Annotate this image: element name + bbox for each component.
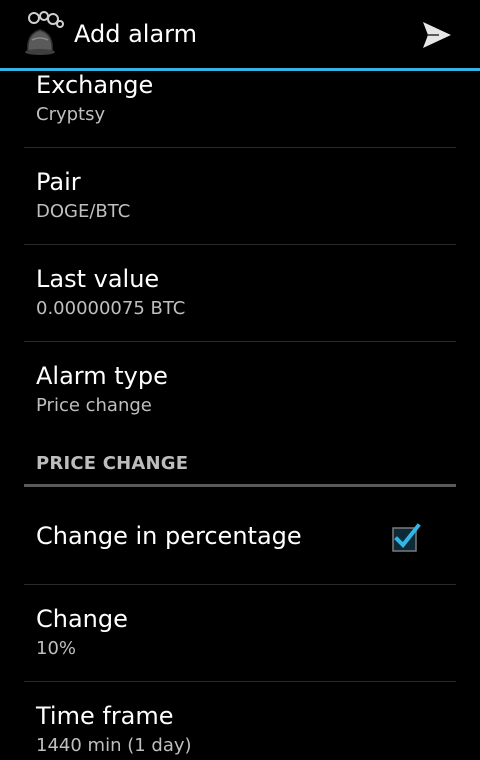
- pref-title: Exchange: [36, 71, 154, 99]
- send-icon: [423, 22, 451, 48]
- divider: [24, 341, 456, 342]
- pref-time-frame[interactable]: Time frame 1440 min (1 day): [36, 701, 456, 758]
- pref-summary: 10%: [36, 638, 77, 659]
- pref-title: Alarm type: [36, 362, 168, 390]
- pref-summary: 1440 min (1 day): [36, 735, 192, 756]
- pref-summary: Cryptsy: [36, 104, 106, 125]
- category-header-price-change: PRICE CHANGE: [36, 453, 189, 474]
- divider: [24, 244, 456, 245]
- pref-title: Last value: [36, 265, 160, 293]
- pref-exchange[interactable]: Exchange Cryptsy: [36, 70, 456, 127]
- page-title: Add alarm: [74, 20, 197, 48]
- pref-summary: Price change: [36, 395, 152, 416]
- divider: [24, 681, 456, 682]
- app-bell-icon[interactable]: [20, 10, 68, 56]
- send-button[interactable]: [410, 8, 464, 62]
- pref-title: Time frame: [36, 702, 174, 730]
- divider: [24, 147, 456, 148]
- divider: [24, 584, 456, 585]
- checkbox-checked-icon: [392, 523, 421, 552]
- pref-summary: 0.00000075 BTC: [36, 298, 186, 319]
- pref-title: Pair: [36, 168, 81, 196]
- pref-pair[interactable]: Pair DOGE/BTC: [36, 167, 456, 224]
- pref-title: Change: [36, 605, 128, 633]
- pref-summary: DOGE/BTC: [36, 201, 131, 222]
- pref-alarm-type[interactable]: Alarm type Price change: [36, 361, 456, 418]
- pref-last-value[interactable]: Last value 0.00000075 BTC: [36, 264, 456, 321]
- action-bar: Add alarm: [0, 0, 480, 68]
- change-in-percentage-checkbox[interactable]: [392, 523, 421, 552]
- category-divider: [24, 484, 456, 487]
- pref-change[interactable]: Change 10%: [36, 604, 456, 661]
